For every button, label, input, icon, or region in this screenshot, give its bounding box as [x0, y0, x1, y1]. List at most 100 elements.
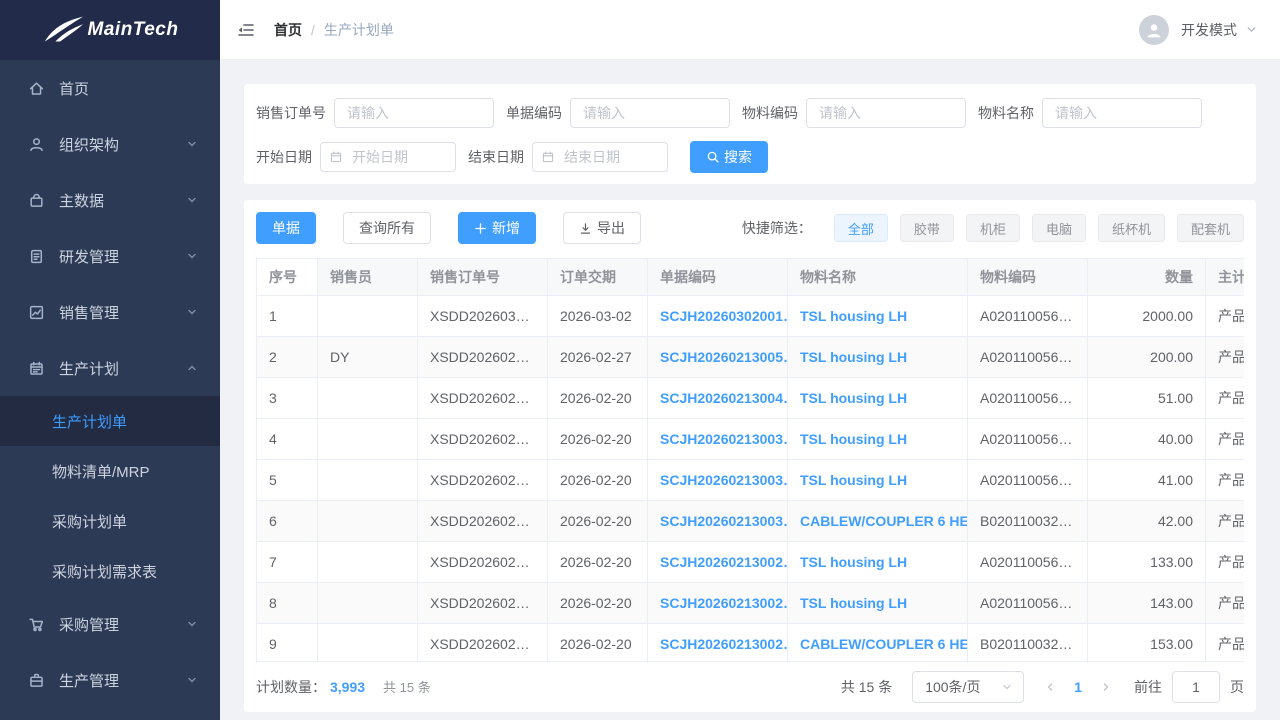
- material-name-link[interactable]: TSL housing LH: [800, 349, 907, 365]
- sidebar-subitem-purchase-plan-order[interactable]: 采购计划单: [0, 496, 220, 546]
- sidebar-item-sales-management[interactable]: 销售管理: [0, 284, 220, 340]
- prev-page-icon[interactable]: [1044, 681, 1056, 693]
- cell-sales-order: XSDD202602…: [418, 542, 548, 583]
- material-name-link[interactable]: TSL housing LH: [800, 595, 907, 611]
- quick-filter-label: 快捷筛选：: [742, 218, 812, 238]
- calendar-icon: [329, 150, 343, 164]
- cell-seq: 3: [257, 378, 318, 419]
- col-salesperson: 销售员: [318, 259, 418, 296]
- quick-filter-computer[interactable]: 电脑: [1032, 214, 1086, 242]
- material-name-link[interactable]: TSL housing LH: [800, 554, 907, 570]
- table-row: 7 XSDD202602… 2026-02-20 SCJH20260213002…: [257, 542, 1245, 583]
- quick-filter-cup-machine[interactable]: 纸杯机: [1098, 214, 1165, 242]
- filter-material-name: 物料名称: [978, 98, 1202, 128]
- cell-salesperson: [318, 542, 418, 583]
- sidebar-item-organization[interactable]: 组织架构: [0, 116, 220, 172]
- sidebar-menu: 首页 组织架构 主数据: [0, 60, 220, 708]
- quick-filter-all[interactable]: 全部: [834, 214, 888, 242]
- material-name-link[interactable]: TSL housing LH: [800, 308, 907, 324]
- end-date-label: 结束日期: [468, 147, 524, 167]
- user-menu-chevron-icon[interactable]: [1245, 23, 1258, 36]
- doc-code-link[interactable]: SCJH20260213004…: [660, 390, 788, 406]
- page-size-value: 100条/页: [925, 677, 1001, 697]
- cell-doc-code: SCJH20260213002…: [648, 624, 788, 662]
- breadcrumb-home[interactable]: 首页: [274, 20, 302, 40]
- sidebar-item-master-data[interactable]: 主数据: [0, 172, 220, 228]
- doc-code-link[interactable]: SCJH20260213003…: [660, 472, 788, 488]
- col-material-name: 物料名称: [788, 259, 968, 296]
- col-seq: 序号: [257, 259, 318, 296]
- next-page-icon[interactable]: [1100, 681, 1112, 693]
- sidebar-subitem-label: 物料清单/MRP: [52, 461, 150, 482]
- avatar[interactable]: [1139, 15, 1169, 45]
- filter-end-date: 结束日期: [468, 142, 668, 172]
- export-button[interactable]: 导出: [563, 212, 641, 244]
- cell-salesperson: [318, 296, 418, 337]
- user-mode-label[interactable]: 开发模式: [1181, 20, 1237, 40]
- material-name-link[interactable]: TSL housing LH: [800, 472, 907, 488]
- bag-icon: [28, 191, 46, 209]
- doc-code-link[interactable]: SCJH20260213002…: [660, 554, 788, 570]
- search-button[interactable]: 搜索: [690, 141, 768, 173]
- sidebar-item-production-plan[interactable]: 生产计划: [0, 340, 220, 396]
- material-name-link[interactable]: TSL housing LH: [800, 431, 907, 447]
- logo: MainTech: [0, 0, 220, 60]
- query-all-button[interactable]: 查询所有: [343, 212, 431, 244]
- filter-row-1: 销售订单号 单据编码 物料编码 物料名称: [256, 98, 1244, 128]
- material-name-input[interactable]: [1042, 98, 1202, 128]
- col-doc-code: 单据编码: [648, 259, 788, 296]
- sidebar-subitem-purchase-plan-demand[interactable]: 采购计划需求表: [0, 546, 220, 596]
- sidebar-item-label: 生产计划: [59, 358, 186, 379]
- add-button[interactable]: 新增: [458, 212, 536, 244]
- sidebar-item-label: 主数据: [59, 190, 186, 211]
- sidebar-subitem-bom-mrp[interactable]: 物料清单/MRP: [0, 446, 220, 496]
- doc-code-link[interactable]: SCJH20260213002…: [660, 595, 788, 611]
- cell-material-code: A020110056…: [968, 378, 1088, 419]
- sidebar-item-production-management[interactable]: 生产管理: [0, 652, 220, 708]
- doc-code-link[interactable]: SCJH20260213005…: [660, 349, 788, 365]
- sidebar: MainTech 首页 组织架构: [0, 0, 220, 720]
- sidebar-subitem-production-plan-order[interactable]: 生产计划单: [0, 396, 220, 446]
- doc-code-link[interactable]: SCJH20260302001…: [660, 308, 788, 324]
- sales-order-input[interactable]: [334, 98, 494, 128]
- material-code-input[interactable]: [806, 98, 966, 128]
- quick-filter-cabinet[interactable]: 机柜: [966, 214, 1020, 242]
- sidebar-item-home[interactable]: 首页: [0, 60, 220, 116]
- cell-delivery-date: 2026-02-20: [548, 419, 648, 460]
- doc-code-input[interactable]: [570, 98, 730, 128]
- sidebar-item-purchase-management[interactable]: 采购管理: [0, 596, 220, 652]
- quick-filter-kit-machine[interactable]: 配套机: [1177, 214, 1244, 242]
- cell-seq: 9: [257, 624, 318, 662]
- filter-material-code: 物料编码: [742, 98, 966, 128]
- material-name-link[interactable]: CABLEW/COUPLER 6 HE: [800, 636, 968, 652]
- cell-seq: 4: [257, 419, 318, 460]
- chevron-down-icon: [1001, 681, 1013, 693]
- cell-sales-order: XSDD202602…: [418, 501, 548, 542]
- cell-sales-order: XSDD202602…: [418, 624, 548, 662]
- page-size-select[interactable]: 100条/页: [912, 671, 1024, 703]
- sidebar-item-rnd-management[interactable]: 研发管理: [0, 228, 220, 284]
- breadcrumb-separator: /: [311, 22, 315, 38]
- quick-filter-tape[interactable]: 胶带: [900, 214, 954, 242]
- cell-material-name: TSL housing LH: [788, 378, 968, 419]
- doc-button[interactable]: 单据: [256, 212, 316, 244]
- app-layout: MainTech 首页 组织架构: [0, 0, 1280, 720]
- cell-doc-code: SCJH20260213002…: [648, 542, 788, 583]
- cell-unit: 产品: [1206, 419, 1245, 460]
- doc-code-link[interactable]: SCJH20260213003…: [660, 431, 788, 447]
- page-number[interactable]: 1: [1074, 679, 1082, 695]
- chart-icon: [28, 303, 46, 321]
- user-icon: [28, 135, 46, 153]
- material-name-link[interactable]: TSL housing LH: [800, 390, 907, 406]
- sidebar-item-label: 首页: [59, 78, 198, 99]
- cell-quantity: 143.00: [1088, 583, 1206, 624]
- sidebar-subitem-label: 生产计划单: [52, 411, 127, 432]
- material-name-link[interactable]: CABLEW/COUPLER 6 HE: [800, 513, 968, 529]
- cell-sales-order: XSDD202602…: [418, 583, 548, 624]
- sidebar-fold-icon[interactable]: [236, 19, 258, 41]
- goto-page-input[interactable]: [1172, 671, 1220, 703]
- sidebar-item-label: 生产管理: [59, 670, 186, 691]
- cell-unit: 产品: [1206, 378, 1245, 419]
- doc-code-link[interactable]: SCJH20260213003…: [660, 513, 788, 529]
- doc-code-link[interactable]: SCJH20260213002…: [660, 636, 788, 652]
